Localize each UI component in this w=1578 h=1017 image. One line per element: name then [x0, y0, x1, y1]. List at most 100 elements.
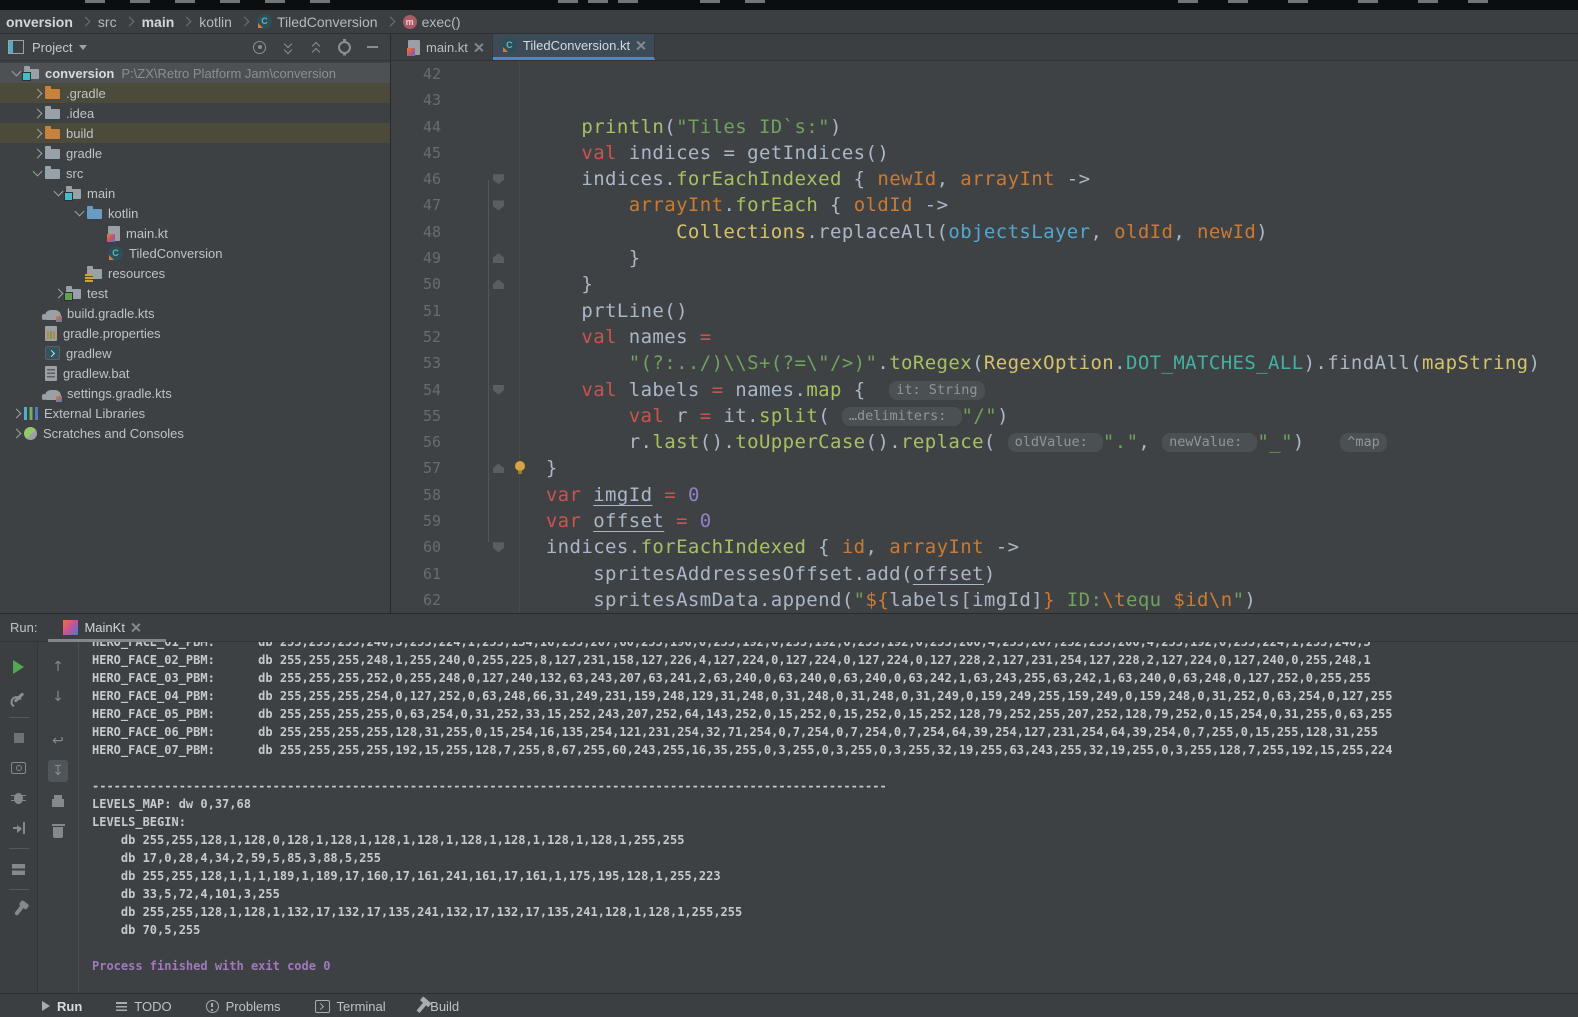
- statusbar-toolwindow-run[interactable]: Run: [42, 999, 82, 1014]
- project-panel-title[interactable]: Project: [32, 40, 72, 55]
- breadcrumb-item[interactable]: mexec(): [401, 14, 463, 30]
- tree-item-kotlin[interactable]: kotlin: [0, 203, 390, 223]
- tree-item-test[interactable]: test: [0, 283, 390, 303]
- breadcrumb-item[interactable]: CTiledConversion: [255, 14, 380, 30]
- fold-marker-icon[interactable]: [493, 279, 504, 289]
- breadcrumb-item[interactable]: onversion: [4, 14, 75, 30]
- toolbar-button[interactable]: [6, 682, 32, 712]
- tree-item-gradlew[interactable]: gradlew: [0, 343, 390, 363]
- line-number: 55: [391, 403, 457, 429]
- toolbar-button[interactable]: [6, 783, 32, 813]
- tree-item-resources[interactable]: resources: [0, 263, 390, 283]
- fold-marker-icon[interactable]: [493, 542, 504, 552]
- code-line: 46 indices.forEachIndexed { newId, array…: [391, 166, 1578, 192]
- tree-toggle-icon[interactable]: [29, 110, 45, 117]
- wrench-icon[interactable]: [13, 692, 24, 703]
- toolbar-button[interactable]: [45, 816, 71, 846]
- exit-icon[interactable]: [13, 822, 25, 834]
- scrollend-icon[interactable]: ↧: [52, 764, 64, 778]
- tree-toggle-icon[interactable]: [29, 130, 45, 137]
- line-number: 49: [391, 245, 457, 271]
- toolbar-button[interactable]: ↑: [45, 652, 71, 682]
- close-icon[interactable]: [636, 41, 645, 50]
- rerun-icon[interactable]: [13, 660, 24, 674]
- hide-icon[interactable]: [367, 46, 378, 48]
- code-editor[interactable]: 424344 println("Tiles ID`s:")45 val indi…: [391, 61, 1578, 613]
- locate-icon[interactable]: [253, 41, 266, 54]
- toolbar-button[interactable]: [6, 813, 32, 843]
- statusbar-toolwindow-todo[interactable]: TODO: [116, 999, 171, 1014]
- code-text: [520, 87, 534, 113]
- tree-item--gradle[interactable]: .gradle: [0, 83, 390, 103]
- fold-marker-icon[interactable]: [493, 253, 504, 263]
- tree-item-tiledconversion[interactable]: CTiledConversion: [0, 243, 390, 263]
- tree-item-build-gradle-kts[interactable]: build.gradle.kts: [0, 303, 390, 323]
- toolbar-button[interactable]: [6, 652, 32, 682]
- tree-item-main-kt[interactable]: main.kt: [0, 223, 390, 243]
- tree-item-gradle[interactable]: gradle: [0, 143, 390, 163]
- tree-toggle-icon[interactable]: [8, 410, 24, 417]
- expand-icon[interactable]: [282, 41, 294, 53]
- toolbar-button[interactable]: [6, 753, 32, 783]
- run-tab-mainkt[interactable]: MainKt: [63, 620, 139, 635]
- tree-toggle-icon[interactable]: [29, 171, 45, 175]
- tree-toggle-icon[interactable]: [71, 211, 87, 215]
- toolbar-button[interactable]: ↩: [45, 726, 71, 756]
- print-icon[interactable]: [52, 799, 64, 807]
- toolbar-button[interactable]: ↧: [45, 756, 71, 786]
- fold-marker-icon[interactable]: [493, 174, 504, 184]
- tree-item--idea[interactable]: .idea: [0, 103, 390, 123]
- breadcrumb-item[interactable]: main: [140, 14, 177, 30]
- statusbar-toolwindow-problems[interactable]: Problems: [206, 999, 281, 1014]
- tree-item-external-libraries[interactable]: External Libraries: [0, 403, 390, 423]
- bug-icon[interactable]: [14, 793, 23, 804]
- tree-toggle-icon[interactable]: [8, 430, 24, 437]
- statusbar-toolwindow-terminal[interactable]: Terminal: [315, 999, 386, 1014]
- softwrap-icon[interactable]: ↩: [52, 734, 64, 748]
- console-line: ----------------------------------------…: [92, 777, 1578, 795]
- fold-marker-icon[interactable]: [493, 463, 504, 473]
- statusbar-toolwindow-build[interactable]: Build: [420, 999, 459, 1014]
- tree-item-build[interactable]: build: [0, 123, 390, 143]
- toolbar-button[interactable]: [45, 786, 71, 816]
- pin-icon[interactable]: [14, 904, 24, 915]
- stop-icon[interactable]: [14, 733, 24, 743]
- toolbar-button[interactable]: [6, 895, 32, 925]
- gear-icon[interactable]: [338, 41, 351, 54]
- tree-item-conversion[interactable]: conversionP:\ZX\Retro Platform Jam\conve…: [0, 63, 390, 83]
- fold-guide-line: [488, 180, 489, 542]
- toolbar-button[interactable]: [6, 854, 32, 884]
- camera-icon[interactable]: [11, 762, 26, 774]
- editor-tab-main-kt[interactable]: main.kt: [399, 34, 493, 60]
- collapse-icon[interactable]: [310, 41, 322, 53]
- close-icon[interactable]: [131, 623, 140, 632]
- tree-item-gradle-properties[interactable]: gradle.properties: [0, 323, 390, 343]
- breadcrumb-item[interactable]: src: [96, 14, 119, 30]
- tree-item-gradlew-bat[interactable]: gradlew.bat: [0, 363, 390, 383]
- chevron-down-icon[interactable]: [79, 45, 87, 50]
- run-toolbar-outer: [0, 642, 38, 994]
- code-text: prtLine(): [520, 298, 688, 324]
- code-text: val labels = names.map { it: String: [520, 377, 985, 403]
- trash-icon[interactable]: [53, 827, 63, 838]
- up-icon[interactable]: ↑: [52, 660, 64, 674]
- breadcrumb-item[interactable]: kotlin: [197, 14, 234, 30]
- tree-item-main[interactable]: main: [0, 183, 390, 203]
- fold-marker-icon[interactable]: [493, 200, 504, 210]
- tree-item-settings-gradle-kts[interactable]: settings.gradle.kts: [0, 383, 390, 403]
- editor-tab-tiledconversion-kt[interactable]: CTiledConversion.kt: [493, 34, 655, 60]
- fold-marker-icon[interactable]: [493, 385, 504, 395]
- close-icon[interactable]: [474, 43, 483, 52]
- tree-toggle-icon[interactable]: [29, 150, 45, 157]
- tree-toggle-icon[interactable]: [29, 90, 45, 97]
- console-line: db 255,255,128,1,1,1,189,1,189,17,160,17…: [92, 867, 1578, 885]
- toolbar-button[interactable]: ↓: [45, 682, 71, 712]
- run-console-output[interactable]: HERO_FACE_01_PBM: db 255,255,255,240,3,2…: [79, 633, 1578, 994]
- down-icon[interactable]: ↓: [52, 690, 64, 704]
- tree-item-src[interactable]: src: [0, 163, 390, 183]
- code-line: 51 prtLine(): [391, 298, 1578, 324]
- layout-icon[interactable]: [12, 864, 25, 875]
- tree-item-scratches-and-consoles[interactable]: Scratches and Consoles: [0, 423, 390, 443]
- inlay-hint: oldValue:: [1008, 433, 1103, 452]
- toolbar-button[interactable]: [6, 723, 32, 753]
